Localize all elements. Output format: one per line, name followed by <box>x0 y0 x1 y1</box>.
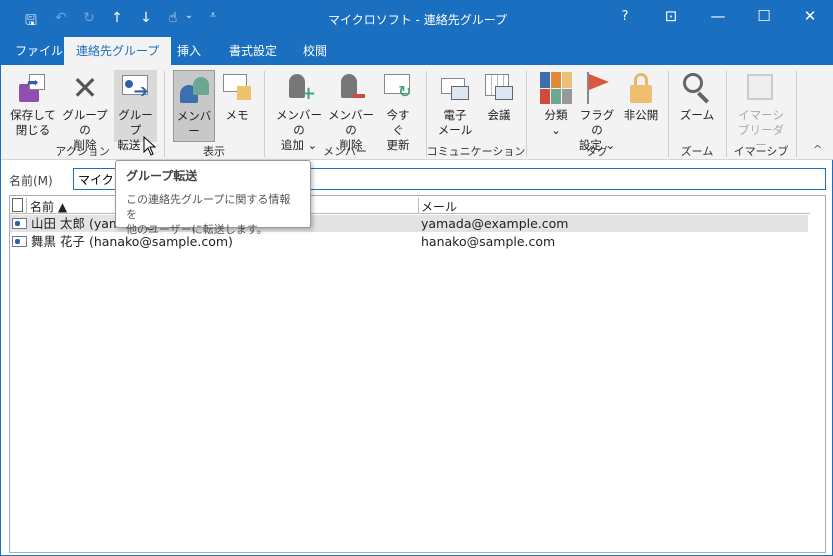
column-header-name[interactable]: 名前 ▲ <box>30 198 67 215</box>
meeting-icon <box>483 72 515 104</box>
group-label-tags: タグ <box>586 145 608 158</box>
update-icon: ↻ <box>382 72 414 104</box>
ribbon: ➦ 保存して 閉じる ✕ グループの 削除 ➔ グループ 転送 ⌄ アクション メンバ… <box>1 65 833 160</box>
tab-contact-group[interactable]: 連絡先グループ <box>64 37 172 65</box>
tooltip-title: グループ転送 <box>126 169 198 183</box>
zoom-button[interactable]: ズーム <box>677 70 717 142</box>
immersive-reader-button[interactable]: イマーシ ブリーダー <box>734 70 788 152</box>
follow-up-button[interactable]: フラグの 設定 ⌄ <box>577 70 617 152</box>
tab-insert[interactable]: 挿入 <box>165 37 213 65</box>
group-label-show: 表示 <box>203 145 225 158</box>
help-button[interactable]: ? <box>610 9 640 24</box>
lock-icon <box>625 72 657 104</box>
categorize-icon <box>540 72 572 104</box>
label: フラグの <box>579 108 615 137</box>
collapse-ribbon-button[interactable]: ^ <box>813 143 822 156</box>
label: イマーシ <box>738 108 784 122</box>
label: メモ <box>225 108 249 122</box>
contact-group-window: 🖫 ↶ ↻ ↑ ↓ ☝ ⌄ ⩡ マイクロソフト - 連絡先グループ ? ⊡ — … <box>0 0 833 556</box>
remove-member-icon <box>335 72 367 104</box>
tab-format-text[interactable]: 書式設定 <box>217 37 289 65</box>
group-label-members: メンバー <box>323 145 367 158</box>
member-email: yamada@example.com <box>421 216 569 231</box>
magnifier-icon <box>681 72 713 104</box>
private-button[interactable]: 非公開 <box>621 70 661 142</box>
tooltip-body: この連絡先グループに関する情報を他のユーザーに転送します。 <box>126 192 300 237</box>
ribbon-tabs: ファイル 連絡先グループ 挿入 書式設定 校閲 <box>1 37 833 65</box>
maximize-button[interactable]: ☐ <box>749 7 779 25</box>
flag-icon <box>581 72 613 104</box>
group-label-communicate: コミュニケーション <box>426 145 526 158</box>
label: 会議 <box>487 108 511 122</box>
mouse-cursor-icon <box>143 136 157 156</box>
label: 今すぐ <box>386 108 410 137</box>
member-email: hanako@sample.com <box>421 234 556 249</box>
forward-group-button[interactable]: ➔ グループ 転送 ⌄ <box>114 70 157 152</box>
title-bar: 🖫 ↶ ↻ ↑ ↓ ☝ ⌄ ⩡ マイクロソフト - 連絡先グループ ? ⊡ — … <box>1 1 833 37</box>
column-header-email[interactable]: メール <box>421 198 457 215</box>
tooltip-line: 他のユーザーに転送します。 <box>126 223 268 236</box>
label: 分類 <box>544 108 568 122</box>
delete-x-icon: ✕ <box>71 69 99 107</box>
ribbon-display-options-button[interactable]: ⊡ <box>656 7 686 25</box>
add-members-button[interactable]: + メンバーの 追加 ⌄ <box>274 70 324 152</box>
categorize-button[interactable]: 分類 ⌄ <box>539 70 573 142</box>
forward-contact-icon: ➔ <box>120 72 152 104</box>
close-button[interactable]: ✕ <box>795 7 825 25</box>
label: 電子 <box>443 108 467 122</box>
name-label: 名前(M) <box>9 174 53 188</box>
members-list: 名前 ▲ メール 山田 太郎 (yamada@example.com) yama… <box>9 195 826 553</box>
group-label-actions: アクション <box>55 145 110 158</box>
tab-review[interactable]: 校閲 <box>291 37 339 65</box>
update-now-button[interactable]: ↻ 今すぐ 更新 <box>381 70 415 152</box>
add-member-icon: + <box>283 72 316 104</box>
label: メンバー <box>176 109 212 138</box>
label: 保存して <box>10 108 56 122</box>
label: 閉じる <box>15 123 51 137</box>
divider <box>796 71 797 157</box>
notes-icon <box>221 72 253 104</box>
email-icon <box>439 72 471 104</box>
contact-card-icon <box>12 236 27 247</box>
tooltip: グループ転送 この連絡先グループに関する情報を他のユーザーに転送します。 <box>115 160 311 236</box>
group-label-immersive: イマーシブ <box>733 145 789 158</box>
item-type-column-icon[interactable] <box>12 198 23 212</box>
meeting-button[interactable]: 会議 <box>482 70 516 142</box>
label: グループ <box>118 108 153 137</box>
label: メンバーの <box>276 108 322 137</box>
group-label-zoom: ズーム <box>680 145 714 158</box>
email-button[interactable]: 電子 メール <box>437 70 473 142</box>
save-close-button[interactable]: ➦ 保存して 閉じる <box>9 70 57 142</box>
save-close-icon: ➦ <box>17 72 49 104</box>
remove-member-button[interactable]: メンバーの 削除 <box>326 70 376 152</box>
members-icon <box>178 73 210 105</box>
label: ズーム <box>679 108 715 122</box>
members-view-button[interactable]: メンバー <box>173 70 215 142</box>
label: グループの <box>62 108 108 137</box>
delete-group-button[interactable]: ✕ グループの 削除 <box>59 69 111 152</box>
notes-view-button[interactable]: メモ <box>219 70 255 142</box>
label: ⌄ <box>551 123 561 137</box>
label: メール <box>437 123 473 137</box>
contact-card-icon <box>12 218 27 229</box>
immersive-reader-icon <box>745 72 777 104</box>
minimize-button[interactable]: — <box>703 7 733 25</box>
tooltip-line: この連絡先グループに関する情報を <box>126 193 291 221</box>
label: メンバーの <box>328 108 374 137</box>
label: 非公開 <box>623 108 659 122</box>
